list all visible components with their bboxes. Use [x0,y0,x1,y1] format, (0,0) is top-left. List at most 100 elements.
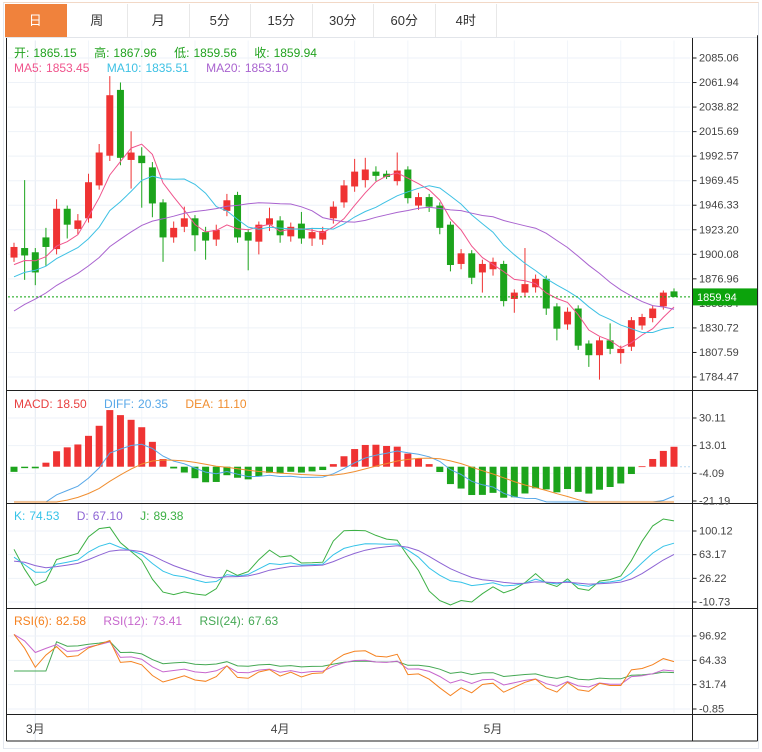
macd-bar [64,447,71,466]
macd-bar [53,451,60,466]
high-label: 高: [94,46,109,60]
kdj-axis-label: 100.12 [699,526,733,538]
candle-body [649,309,656,319]
price-axis-label: 2038.82 [699,102,739,114]
k-value: 74.53 [29,509,59,523]
candles [11,76,678,380]
macd-bar [106,410,113,467]
macd-bar [394,447,401,467]
macd-bar [181,467,188,473]
candle-body [245,232,252,240]
macd-bar [32,467,39,469]
macd-axis-label: 13.01 [699,440,727,452]
candle-body [511,293,518,299]
tab-60min[interactable]: 60分 [374,4,436,37]
price-axis-label: 1923.20 [699,224,739,236]
candle-body [160,202,167,237]
rsi-header: RSI(6):82.58 RSI(12):73.41 RSI(24):67.63 [14,614,282,628]
macd-bar [42,463,49,467]
macd-bar [11,467,18,472]
candle-body [53,209,60,249]
kline-chart-canvas[interactable]: 2085.062061.942038.822015.691992.571969.… [0,0,762,752]
kline-widget: 2085.062061.942038.822015.691992.571969.… [0,0,762,752]
macd-bar [362,445,369,467]
d-value: 67.10 [93,509,123,523]
macd-header: MACD:18.50 DIFF:20.35 DEA:11.10 [14,397,251,411]
ma20-value: 1853.10 [245,61,288,75]
macd-bar [458,467,465,489]
rsi6-line [14,634,674,695]
tab-weekly[interactable]: 周 [67,4,129,37]
rsi-axis-label: 31.74 [699,679,727,691]
price-axis-label: 1807.59 [699,347,739,359]
macd-bar [521,467,528,494]
macd-bar [74,444,81,466]
k-label: K: [14,509,25,523]
candle-body [128,153,135,160]
x-axis-month-label: 4月 [271,722,290,736]
macd-bar [564,467,571,489]
ma5-value: 1853.45 [46,61,89,75]
candle-body [447,225,454,265]
dea-label: DEA: [185,397,213,411]
candle-body [64,209,71,225]
ma20-label: MA20: [206,61,241,75]
rsi24-label: RSI(24): [199,614,244,628]
candle-body [564,312,571,325]
tab-4hour[interactable]: 4时 [436,4,498,37]
ma-header: MA5:1853.45 MA10:1835.51 MA20:1853.10 [14,61,292,75]
kdj-axis-label: 26.22 [699,573,727,585]
macd-bar [670,447,677,467]
diff-value: 20.35 [138,397,168,411]
macd-bar [213,467,220,482]
ohlc-header: 开:1865.15 高:1867.96 低:1859.56 收:1859.94 [14,44,321,61]
rsi6-value: 82.58 [56,614,86,628]
macd-bar [287,467,294,472]
tab-15min[interactable]: 15分 [251,4,313,37]
candle-body [202,232,209,240]
candle-body [426,197,433,207]
open-value: 1865.15 [33,46,76,60]
price-axis-label: 1876.96 [699,273,739,285]
macd-bar [128,420,135,467]
price-axis-label: 2061.94 [699,77,739,89]
candle-body [74,220,81,228]
tab-30min[interactable]: 30分 [313,4,375,37]
candle-body [553,306,560,328]
x-axis-month-label: 5月 [484,722,503,736]
candle-body [372,172,379,176]
j-label: J: [140,509,149,523]
candle-body [106,95,113,155]
candle-body [96,153,103,186]
macd-histogram [11,410,678,498]
price-axis-label: 2085.06 [699,53,739,65]
candle-body [394,171,401,182]
candle-body [617,349,624,353]
timeframe-tabbar: 日 周 月 5分 15分 30分 60分 4时 [5,4,757,38]
candle-body [670,291,677,297]
tab-5min[interactable]: 5分 [190,4,252,37]
candle-body [596,340,603,355]
macd-axis-label: -21.19 [699,496,730,508]
candle-body [234,195,241,237]
candle-body [340,185,347,202]
low-label: 低: [174,46,189,60]
kdj-header: K:74.53 D:67.10 J:89.38 [14,509,187,523]
macd-value: 18.50 [57,397,87,411]
tab-monthly[interactable]: 月 [128,4,190,37]
candle-body [213,230,220,240]
d-label: D: [77,509,89,523]
macd-bar [426,464,433,467]
candle-body [415,197,422,205]
macd-bar [21,467,28,468]
macd-bar [649,459,656,467]
tab-daily[interactable]: 日 [5,4,67,37]
macd-bar [96,426,103,467]
candle-body [11,247,18,258]
macd-axis-label: 30.11 [699,413,726,425]
price-axis-label: 1900.08 [699,249,739,261]
price-axis-label: 2015.69 [699,126,739,138]
price-axis-label: 1830.72 [699,322,739,334]
current-price-badge-text: 1859.94 [697,292,737,304]
candle-body [330,207,337,219]
